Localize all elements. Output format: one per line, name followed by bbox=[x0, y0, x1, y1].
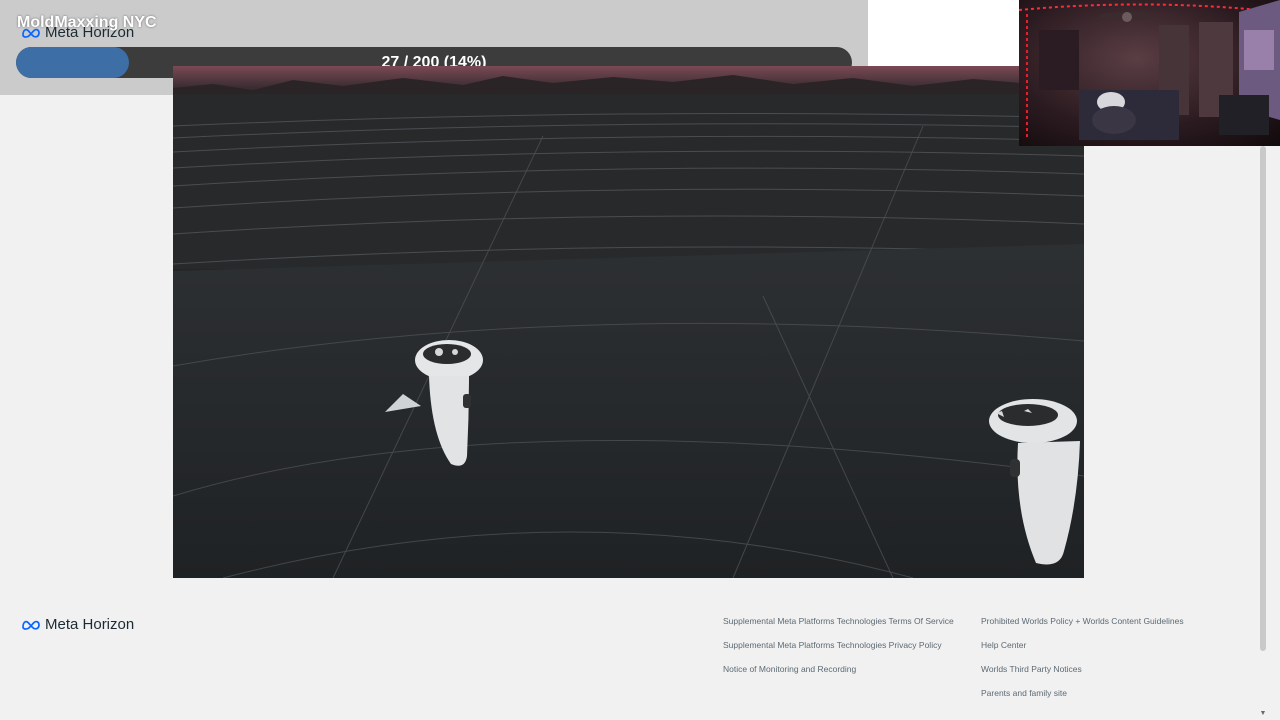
scrollbar-thumb[interactable] bbox=[1260, 146, 1266, 651]
page-scrollbar[interactable]: ▼ bbox=[1258, 146, 1268, 720]
stream-title: MoldMaxxing NYC bbox=[17, 14, 157, 31]
footer-brand-text: Meta Horizon bbox=[45, 616, 135, 633]
meta-infinity-icon bbox=[21, 619, 41, 631]
footer-links-col2: Prohibited Worlds Policy + Worlds Conten… bbox=[981, 615, 1184, 699]
footer-links-col1: Supplemental Meta Platforms Technologies… bbox=[723, 615, 954, 675]
page-header-area bbox=[868, 0, 1020, 66]
vr-viewport[interactable] bbox=[173, 66, 1084, 578]
webcam-image bbox=[1019, 0, 1280, 146]
footer-link-monitoring[interactable]: Notice of Monitoring and Recording bbox=[723, 663, 954, 675]
webcam-feed bbox=[1019, 0, 1280, 146]
footer-link-prohibited-policy[interactable]: Prohibited Worlds Policy + Worlds Conten… bbox=[981, 615, 1184, 627]
footer-link-third-party[interactable]: Worlds Third Party Notices bbox=[981, 663, 1184, 675]
footer-link-terms[interactable]: Supplemental Meta Platforms Technologies… bbox=[723, 615, 954, 627]
vr-scene bbox=[173, 66, 1084, 578]
footer-link-help-center[interactable]: Help Center bbox=[981, 639, 1184, 651]
chevron-down-icon[interactable]: ▼ bbox=[1259, 710, 1267, 718]
footer-link-privacy[interactable]: Supplemental Meta Platforms Technologies… bbox=[723, 639, 954, 651]
footer-link-parents[interactable]: Parents and family site bbox=[981, 687, 1184, 699]
footer-brand-logo[interactable]: Meta Horizon bbox=[21, 616, 134, 633]
